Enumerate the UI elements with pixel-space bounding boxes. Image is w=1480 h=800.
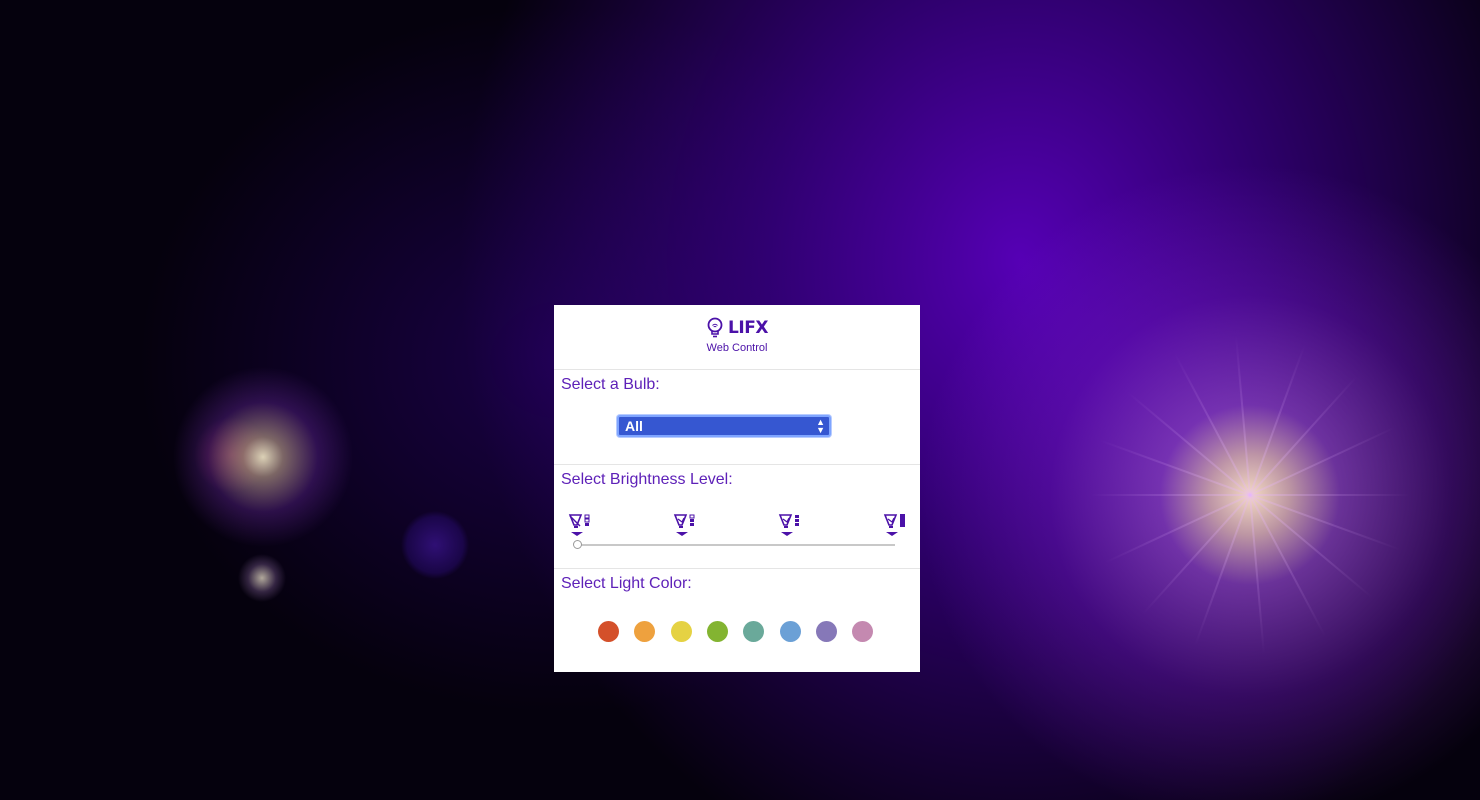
bulb-section: Select a Bulb: All ▲ ▼ xyxy=(554,370,920,465)
color-swatch-purple[interactable] xyxy=(815,621,837,642)
bulb-brightness-low-icon[interactable] xyxy=(568,513,592,539)
bulb-brightness-max-icon[interactable] xyxy=(883,513,907,539)
color-swatch-orange[interactable] xyxy=(634,621,656,642)
color-swatch-pink[interactable] xyxy=(852,621,874,642)
color-swatch-yellow[interactable] xyxy=(670,621,692,642)
select-updown-arrows-icon: ▲ ▼ xyxy=(816,417,825,435)
bulb-select[interactable]: All ▲ ▼ xyxy=(617,415,831,437)
bulb-select-value: All xyxy=(625,418,643,434)
color-section-title: Select Light Color: xyxy=(561,575,692,592)
color-section: Select Light Color: xyxy=(554,569,920,671)
color-swatch-green[interactable] xyxy=(706,621,728,642)
bulb-section-title: Select a Bulb: xyxy=(561,376,660,393)
bulb-brightness-medium-icon[interactable] xyxy=(673,513,697,539)
bulb-brightness-high-icon[interactable] xyxy=(778,513,802,539)
color-swatch-red[interactable] xyxy=(598,621,619,642)
panel-header: LIFX Web Control xyxy=(554,305,920,370)
brightness-section-title: Select Brightness Level: xyxy=(561,471,733,488)
brightness-slider-track[interactable] xyxy=(577,544,895,546)
brightness-section: Select Brightness Level: xyxy=(554,465,920,569)
color-swatch-teal[interactable] xyxy=(743,621,765,642)
lifx-bulb-icon xyxy=(707,317,723,338)
control-panel: LIFX Web Control Select a Bulb: All ▲ ▼ S… xyxy=(554,305,920,672)
color-swatch-blue[interactable] xyxy=(779,621,801,642)
brightness-slider-handle[interactable] xyxy=(573,540,582,549)
app-subtitle: Web Control xyxy=(706,342,768,354)
logo: LIFX xyxy=(554,317,920,339)
logo-text: LIFX xyxy=(728,318,768,338)
